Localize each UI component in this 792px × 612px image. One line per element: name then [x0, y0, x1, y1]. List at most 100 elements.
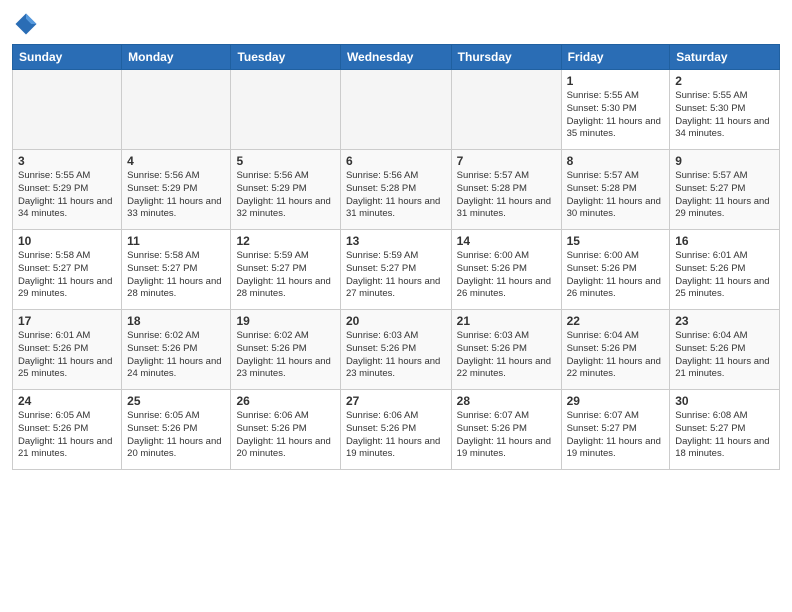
- day-info: Sunrise: 5:57 AM Sunset: 5:28 PM Dayligh…: [457, 170, 556, 221]
- sunrise: Sunrise: 5:55 AM: [18, 170, 90, 181]
- daylight: Daylight: 11 hours and 21 minutes.: [18, 436, 112, 460]
- sunrise: Sunrise: 6:03 AM: [346, 330, 418, 341]
- daylight: Daylight: 11 hours and 26 minutes.: [457, 276, 551, 300]
- day-info: Sunrise: 5:59 AM Sunset: 5:27 PM Dayligh…: [346, 250, 446, 301]
- calendar-header-friday: Friday: [561, 45, 670, 70]
- day-number: 17: [18, 314, 116, 328]
- sunset: Sunset: 5:27 PM: [127, 263, 197, 274]
- day-number: 24: [18, 394, 116, 408]
- sunset: Sunset: 5:26 PM: [457, 263, 527, 274]
- calendar-week-3: 10 Sunrise: 5:58 AM Sunset: 5:27 PM Dayl…: [13, 230, 780, 310]
- daylight: Daylight: 11 hours and 32 minutes.: [236, 196, 330, 220]
- day-number: 6: [346, 154, 446, 168]
- day-number: 2: [675, 74, 774, 88]
- day-info: Sunrise: 6:01 AM Sunset: 5:26 PM Dayligh…: [18, 330, 116, 381]
- calendar-cell: [122, 70, 231, 150]
- sunset: Sunset: 5:26 PM: [346, 343, 416, 354]
- day-number: 21: [457, 314, 556, 328]
- sunset: Sunset: 5:26 PM: [18, 343, 88, 354]
- sunset: Sunset: 5:26 PM: [675, 343, 745, 354]
- calendar-header-monday: Monday: [122, 45, 231, 70]
- calendar-cell: 27 Sunrise: 6:06 AM Sunset: 5:26 PM Dayl…: [340, 390, 451, 470]
- sunrise: Sunrise: 5:56 AM: [346, 170, 418, 181]
- day-info: Sunrise: 6:06 AM Sunset: 5:26 PM Dayligh…: [236, 410, 334, 461]
- day-number: 16: [675, 234, 774, 248]
- sunset: Sunset: 5:27 PM: [346, 263, 416, 274]
- sunset: Sunset: 5:29 PM: [18, 183, 88, 194]
- day-number: 28: [457, 394, 556, 408]
- daylight: Daylight: 11 hours and 29 minutes.: [18, 276, 112, 300]
- day-info: Sunrise: 5:55 AM Sunset: 5:30 PM Dayligh…: [675, 90, 774, 141]
- day-number: 1: [567, 74, 665, 88]
- sunrise: Sunrise: 6:01 AM: [675, 250, 747, 261]
- calendar-cell: 7 Sunrise: 5:57 AM Sunset: 5:28 PM Dayli…: [451, 150, 561, 230]
- day-info: Sunrise: 6:05 AM Sunset: 5:26 PM Dayligh…: [127, 410, 225, 461]
- day-number: 20: [346, 314, 446, 328]
- sunrise: Sunrise: 6:07 AM: [457, 410, 529, 421]
- daylight: Daylight: 11 hours and 28 minutes.: [127, 276, 221, 300]
- sunrise: Sunrise: 6:08 AM: [675, 410, 747, 421]
- calendar-cell: 30 Sunrise: 6:08 AM Sunset: 5:27 PM Dayl…: [670, 390, 780, 470]
- daylight: Daylight: 11 hours and 30 minutes.: [567, 196, 661, 220]
- day-info: Sunrise: 6:04 AM Sunset: 5:26 PM Dayligh…: [567, 330, 665, 381]
- sunset: Sunset: 5:27 PM: [675, 183, 745, 194]
- calendar-cell: [13, 70, 122, 150]
- calendar-week-5: 24 Sunrise: 6:05 AM Sunset: 5:26 PM Dayl…: [13, 390, 780, 470]
- calendar-week-4: 17 Sunrise: 6:01 AM Sunset: 5:26 PM Dayl…: [13, 310, 780, 390]
- day-info: Sunrise: 6:03 AM Sunset: 5:26 PM Dayligh…: [457, 330, 556, 381]
- day-number: 18: [127, 314, 225, 328]
- day-info: Sunrise: 6:07 AM Sunset: 5:26 PM Dayligh…: [457, 410, 556, 461]
- daylight: Daylight: 11 hours and 34 minutes.: [675, 116, 769, 140]
- calendar-cell: 10 Sunrise: 5:58 AM Sunset: 5:27 PM Dayl…: [13, 230, 122, 310]
- day-info: Sunrise: 6:05 AM Sunset: 5:26 PM Dayligh…: [18, 410, 116, 461]
- sunset: Sunset: 5:29 PM: [236, 183, 306, 194]
- daylight: Daylight: 11 hours and 23 minutes.: [236, 356, 330, 380]
- daylight: Daylight: 11 hours and 29 minutes.: [675, 196, 769, 220]
- day-info: Sunrise: 6:00 AM Sunset: 5:26 PM Dayligh…: [457, 250, 556, 301]
- sunset: Sunset: 5:26 PM: [127, 343, 197, 354]
- day-number: 3: [18, 154, 116, 168]
- calendar-cell: 14 Sunrise: 6:00 AM Sunset: 5:26 PM Dayl…: [451, 230, 561, 310]
- day-number: 22: [567, 314, 665, 328]
- daylight: Daylight: 11 hours and 20 minutes.: [127, 436, 221, 460]
- sunset: Sunset: 5:26 PM: [127, 423, 197, 434]
- calendar-cell: 11 Sunrise: 5:58 AM Sunset: 5:27 PM Dayl…: [122, 230, 231, 310]
- calendar-cell: 8 Sunrise: 5:57 AM Sunset: 5:28 PM Dayli…: [561, 150, 670, 230]
- sunset: Sunset: 5:27 PM: [236, 263, 306, 274]
- sunrise: Sunrise: 6:04 AM: [567, 330, 639, 341]
- daylight: Daylight: 11 hours and 27 minutes.: [346, 276, 440, 300]
- calendar-cell: 5 Sunrise: 5:56 AM Sunset: 5:29 PM Dayli…: [231, 150, 340, 230]
- daylight: Daylight: 11 hours and 33 minutes.: [127, 196, 221, 220]
- day-number: 7: [457, 154, 556, 168]
- calendar-cell: 25 Sunrise: 6:05 AM Sunset: 5:26 PM Dayl…: [122, 390, 231, 470]
- sunrise: Sunrise: 5:57 AM: [567, 170, 639, 181]
- calendar-cell: 12 Sunrise: 5:59 AM Sunset: 5:27 PM Dayl…: [231, 230, 340, 310]
- sunset: Sunset: 5:26 PM: [567, 263, 637, 274]
- day-info: Sunrise: 5:56 AM Sunset: 5:29 PM Dayligh…: [236, 170, 334, 221]
- calendar-cell: 24 Sunrise: 6:05 AM Sunset: 5:26 PM Dayl…: [13, 390, 122, 470]
- calendar-header-sunday: Sunday: [13, 45, 122, 70]
- daylight: Daylight: 11 hours and 19 minutes.: [457, 436, 551, 460]
- calendar-cell: [340, 70, 451, 150]
- daylight: Daylight: 11 hours and 31 minutes.: [457, 196, 551, 220]
- day-info: Sunrise: 6:00 AM Sunset: 5:26 PM Dayligh…: [567, 250, 665, 301]
- daylight: Daylight: 11 hours and 31 minutes.: [346, 196, 440, 220]
- daylight: Daylight: 11 hours and 25 minutes.: [18, 356, 112, 380]
- calendar-cell: 20 Sunrise: 6:03 AM Sunset: 5:26 PM Dayl…: [340, 310, 451, 390]
- day-number: 13: [346, 234, 446, 248]
- calendar-cell: 18 Sunrise: 6:02 AM Sunset: 5:26 PM Dayl…: [122, 310, 231, 390]
- page: SundayMondayTuesdayWednesdayThursdayFrid…: [0, 0, 792, 612]
- day-number: 15: [567, 234, 665, 248]
- daylight: Daylight: 11 hours and 22 minutes.: [567, 356, 661, 380]
- day-number: 19: [236, 314, 334, 328]
- sunrise: Sunrise: 5:56 AM: [127, 170, 199, 181]
- day-number: 29: [567, 394, 665, 408]
- daylight: Daylight: 11 hours and 25 minutes.: [675, 276, 769, 300]
- calendar-cell: 28 Sunrise: 6:07 AM Sunset: 5:26 PM Dayl…: [451, 390, 561, 470]
- daylight: Daylight: 11 hours and 19 minutes.: [567, 436, 661, 460]
- sunrise: Sunrise: 6:05 AM: [18, 410, 90, 421]
- calendar-cell: 19 Sunrise: 6:02 AM Sunset: 5:26 PM Dayl…: [231, 310, 340, 390]
- daylight: Daylight: 11 hours and 22 minutes.: [457, 356, 551, 380]
- day-number: 27: [346, 394, 446, 408]
- calendar-cell: 16 Sunrise: 6:01 AM Sunset: 5:26 PM Dayl…: [670, 230, 780, 310]
